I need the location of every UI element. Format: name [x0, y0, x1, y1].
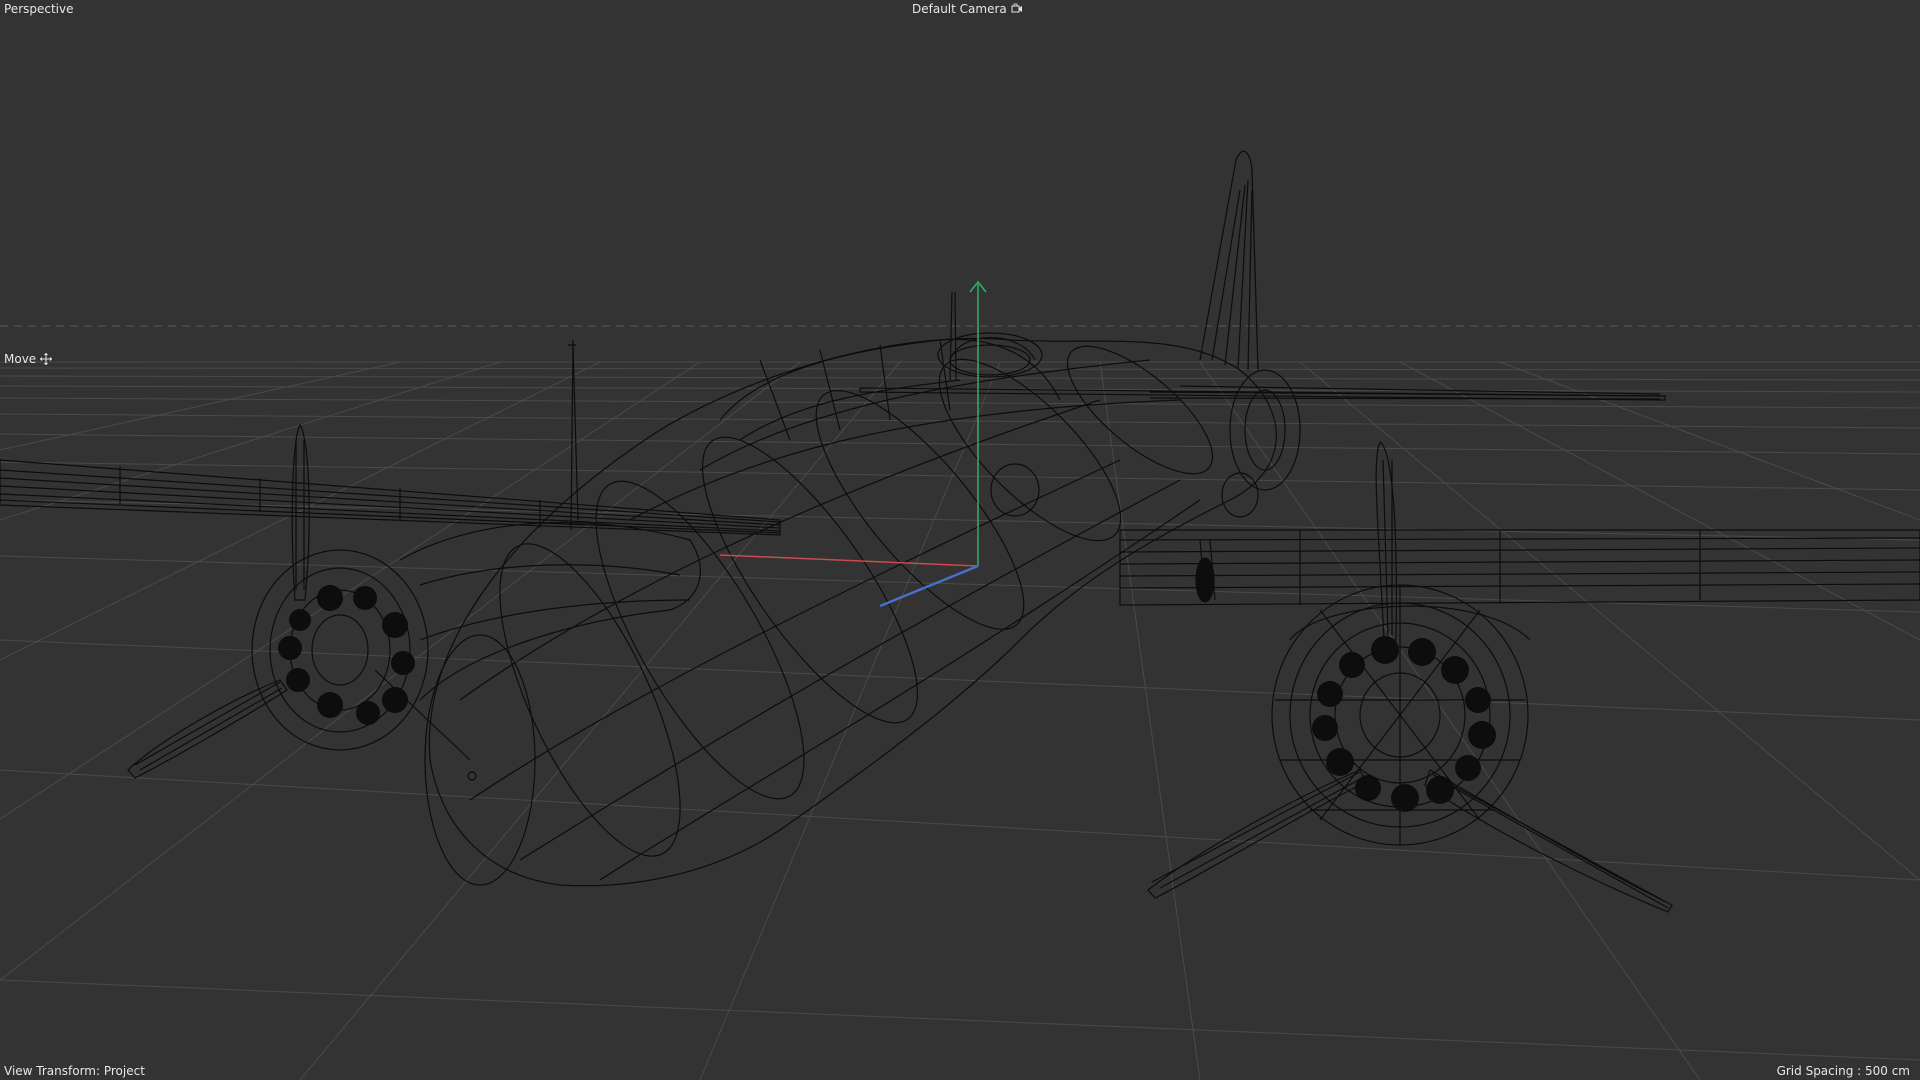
- view-transform-label: View Transform: Project: [4, 1064, 145, 1078]
- camera-icon[interactable]: [1011, 3, 1023, 15]
- projection-label[interactable]: Perspective: [4, 2, 74, 16]
- viewport-3d[interactable]: Perspective Default Camera Move View Tra…: [0, 0, 1920, 1080]
- axis-x-handle[interactable]: [719, 554, 979, 567]
- active-tool-label: Move: [4, 352, 37, 366]
- camera-selector[interactable]: Default Camera: [912, 2, 1023, 16]
- right-engine-cylinders: [1312, 636, 1496, 812]
- camera-label: Default Camera: [912, 2, 1007, 16]
- axis-z-handle[interactable]: [879, 564, 979, 608]
- move-icon: [40, 353, 53, 365]
- viewport-canvas[interactable]: [0, 0, 1920, 1080]
- left-engine-cylinders: [278, 585, 415, 725]
- airplane-wireframe[interactable]: [0, 150, 1920, 913]
- grid-spacing-label: Grid Spacing : 500 cm: [1776, 1064, 1910, 1078]
- ground-grid: [0, 361, 1920, 1080]
- active-tool-indicator: Move: [4, 352, 53, 366]
